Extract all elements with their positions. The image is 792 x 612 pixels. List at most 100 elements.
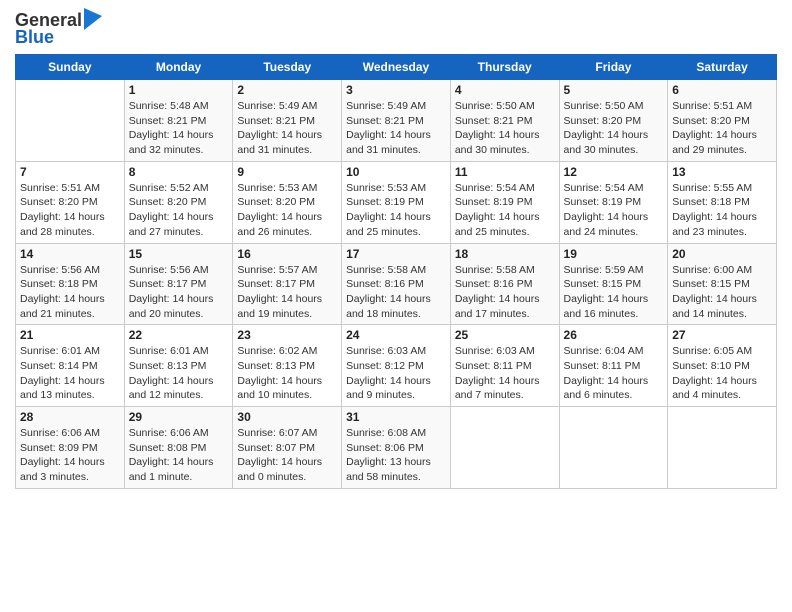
calendar-cell: 14Sunrise: 5:56 AM Sunset: 8:18 PM Dayli… [16,243,125,325]
calendar-cell [450,407,559,489]
header-row: General Blue [15,10,777,48]
day-number: 25 [455,328,555,342]
day-number: 28 [20,410,120,424]
calendar-cell: 5 Sunrise: 5:50 AM Sunset: 8:20 PM Daylig… [559,80,668,162]
day-number: 11 [455,165,555,179]
day-number: 12 [564,165,664,179]
calendar-day-header: Sunday [16,55,125,80]
calendar-cell: 15Sunrise: 5:56 AM Sunset: 8:17 PM Dayli… [124,243,233,325]
day-info: Sunrise: 6:03 AM Sunset: 8:11 PM Dayligh… [455,344,555,403]
day-info: Sunrise: 5:58 AM Sunset: 8:16 PM Dayligh… [346,263,446,322]
day-info: Sunrise: 5:51 AM Sunset: 8:20 PM Dayligh… [672,99,772,158]
day-number: 2 [237,83,337,97]
day-number: 24 [346,328,446,342]
day-number: 31 [346,410,446,424]
calendar-day-header: Monday [124,55,233,80]
calendar-cell: 7 Sunrise: 5:51 AM Sunset: 8:20 PM Daylig… [16,161,125,243]
day-number: 23 [237,328,337,342]
calendar-table: SundayMondayTuesdayWednesdayThursdayFrid… [15,54,777,489]
day-info: Sunrise: 5:57 AM Sunset: 8:17 PM Dayligh… [237,263,337,322]
day-number: 3 [346,83,446,97]
day-number: 15 [129,247,229,261]
calendar-day-header: Friday [559,55,668,80]
day-info: Sunrise: 5:53 AM Sunset: 8:20 PM Dayligh… [237,181,337,240]
calendar-cell: 27Sunrise: 6:05 AM Sunset: 8:10 PM Dayli… [668,325,777,407]
calendar-cell [668,407,777,489]
day-info: Sunrise: 5:49 AM Sunset: 8:21 PM Dayligh… [346,99,446,158]
day-number: 5 [564,83,664,97]
calendar-day-header: Thursday [450,55,559,80]
day-number: 29 [129,410,229,424]
day-number: 16 [237,247,337,261]
calendar-cell: 24 Sunrise: 6:03 AM Sunset: 8:12 PM Dayli… [342,325,451,407]
calendar-cell: 28 Sunrise: 6:06 AM Sunset: 8:09 PM Dayli… [16,407,125,489]
day-info: Sunrise: 5:49 AM Sunset: 8:21 PM Dayligh… [237,99,337,158]
day-info: Sunrise: 5:54 AM Sunset: 8:19 PM Dayligh… [564,181,664,240]
day-number: 18 [455,247,555,261]
day-number: 6 [672,83,772,97]
day-number: 10 [346,165,446,179]
calendar-cell: 12 Sunrise: 5:54 AM Sunset: 8:19 PM Dayli… [559,161,668,243]
calendar-cell: 1 Sunrise: 5:48 AM Sunset: 8:21 PM Daylig… [124,80,233,162]
calendar-cell: 11 Sunrise: 5:54 AM Sunset: 8:19 PM Dayli… [450,161,559,243]
calendar-cell: 23 Sunrise: 6:02 AM Sunset: 8:13 PM Dayli… [233,325,342,407]
calendar-cell: 9 Sunrise: 5:53 AM Sunset: 8:20 PM Daylig… [233,161,342,243]
calendar-cell: 22 Sunrise: 6:01 AM Sunset: 8:13 PM Dayli… [124,325,233,407]
calendar-header-row: SundayMondayTuesdayWednesdayThursdayFrid… [16,55,777,80]
logo-icon [84,8,102,30]
day-info: Sunrise: 5:48 AM Sunset: 8:21 PM Dayligh… [129,99,229,158]
day-number: 1 [129,83,229,97]
calendar-cell: 21Sunrise: 6:01 AM Sunset: 8:14 PM Dayli… [16,325,125,407]
calendar-week-row: 14Sunrise: 5:56 AM Sunset: 8:18 PM Dayli… [16,243,777,325]
day-info: Sunrise: 6:07 AM Sunset: 8:07 PM Dayligh… [237,426,337,485]
calendar-cell: 8 Sunrise: 5:52 AM Sunset: 8:20 PM Daylig… [124,161,233,243]
calendar-cell: 31 Sunrise: 6:08 AM Sunset: 8:06 PM Dayli… [342,407,451,489]
calendar-cell [559,407,668,489]
calendar-cell: 30Sunrise: 6:07 AM Sunset: 8:07 PM Dayli… [233,407,342,489]
day-info: Sunrise: 6:02 AM Sunset: 8:13 PM Dayligh… [237,344,337,403]
logo: General Blue [15,10,102,48]
calendar-cell [16,80,125,162]
calendar-cell: 18 Sunrise: 5:58 AM Sunset: 8:16 PM Dayli… [450,243,559,325]
day-number: 20 [672,247,772,261]
day-number: 8 [129,165,229,179]
day-number: 19 [564,247,664,261]
day-info: Sunrise: 6:01 AM Sunset: 8:13 PM Dayligh… [129,344,229,403]
calendar-cell: 29 Sunrise: 6:06 AM Sunset: 8:08 PM Dayli… [124,407,233,489]
calendar-day-header: Saturday [668,55,777,80]
day-info: Sunrise: 6:06 AM Sunset: 8:09 PM Dayligh… [20,426,120,485]
day-info: Sunrise: 5:51 AM Sunset: 8:20 PM Dayligh… [20,181,120,240]
calendar-week-row: 21Sunrise: 6:01 AM Sunset: 8:14 PM Dayli… [16,325,777,407]
day-number: 13 [672,165,772,179]
day-number: 4 [455,83,555,97]
day-number: 9 [237,165,337,179]
calendar-cell: 19Sunrise: 5:59 AM Sunset: 8:15 PM Dayli… [559,243,668,325]
day-info: Sunrise: 5:55 AM Sunset: 8:18 PM Dayligh… [672,181,772,240]
day-info: Sunrise: 6:03 AM Sunset: 8:12 PM Dayligh… [346,344,446,403]
day-info: Sunrise: 5:50 AM Sunset: 8:20 PM Dayligh… [564,99,664,158]
calendar-cell: 2 Sunrise: 5:49 AM Sunset: 8:21 PM Daylig… [233,80,342,162]
day-info: Sunrise: 6:04 AM Sunset: 8:11 PM Dayligh… [564,344,664,403]
calendar-cell: 3 Sunrise: 5:49 AM Sunset: 8:21 PM Daylig… [342,80,451,162]
calendar-cell: 16 Sunrise: 5:57 AM Sunset: 8:17 PM Dayli… [233,243,342,325]
day-info: Sunrise: 5:54 AM Sunset: 8:19 PM Dayligh… [455,181,555,240]
day-number: 27 [672,328,772,342]
calendar-week-row: 28 Sunrise: 6:06 AM Sunset: 8:09 PM Dayli… [16,407,777,489]
calendar-cell: 10 Sunrise: 5:53 AM Sunset: 8:19 PM Dayli… [342,161,451,243]
day-info: Sunrise: 6:06 AM Sunset: 8:08 PM Dayligh… [129,426,229,485]
day-info: Sunrise: 5:58 AM Sunset: 8:16 PM Dayligh… [455,263,555,322]
main-container: General Blue SundayMondayTuesdayWednesda… [0,0,792,499]
day-info: Sunrise: 5:50 AM Sunset: 8:21 PM Dayligh… [455,99,555,158]
day-number: 7 [20,165,120,179]
day-info: Sunrise: 5:52 AM Sunset: 8:20 PM Dayligh… [129,181,229,240]
calendar-cell: 25 Sunrise: 6:03 AM Sunset: 8:11 PM Dayli… [450,325,559,407]
day-info: Sunrise: 5:53 AM Sunset: 8:19 PM Dayligh… [346,181,446,240]
calendar-day-header: Tuesday [233,55,342,80]
day-info: Sunrise: 6:00 AM Sunset: 8:15 PM Dayligh… [672,263,772,322]
calendar-cell: 4 Sunrise: 5:50 AM Sunset: 8:21 PM Daylig… [450,80,559,162]
day-info: Sunrise: 6:08 AM Sunset: 8:06 PM Dayligh… [346,426,446,485]
calendar-cell: 13 Sunrise: 5:55 AM Sunset: 8:18 PM Dayli… [668,161,777,243]
day-number: 22 [129,328,229,342]
calendar-week-row: 1 Sunrise: 5:48 AM Sunset: 8:21 PM Daylig… [16,80,777,162]
calendar-cell: 17Sunrise: 5:58 AM Sunset: 8:16 PM Dayli… [342,243,451,325]
